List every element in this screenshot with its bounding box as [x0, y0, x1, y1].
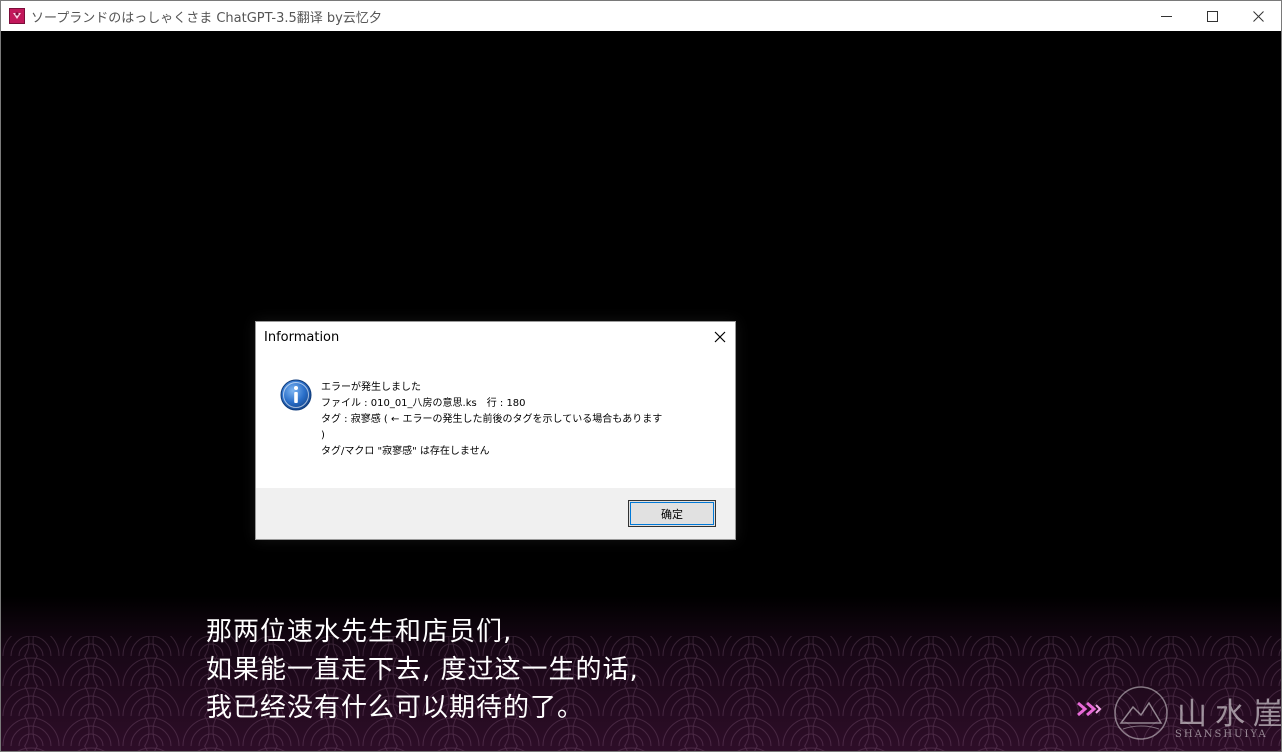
text-panel	[1, 596, 1281, 751]
dialogue-line: 我已经没有什么可以期待的了。	[206, 693, 585, 723]
title-bar[interactable]: ソープランドのはっしゃくさま ChatGPT-3.5翻译 by云忆夕	[1, 1, 1281, 31]
dialog-footer: 确定	[256, 488, 735, 539]
information-dialog: Information エラーが発生しました ファイル: 010_01_八房の…	[255, 321, 736, 540]
close-button[interactable]	[1235, 1, 1281, 31]
dialogue-line: 如果能一直走下去, 度过这一生的话,	[206, 655, 639, 685]
watermark-subtext: SHANSHUIYA	[1175, 729, 1268, 740]
window-controls	[1143, 1, 1281, 31]
message-line: エラーが発生しました	[321, 382, 421, 393]
game-screen[interactable]: 那两位速水先生和店员们, 如果能一直走下去, 度过这一生的话, 我已经没有什么可…	[1, 31, 1281, 751]
minimize-button[interactable]	[1143, 1, 1189, 31]
close-icon	[714, 331, 726, 343]
minimize-icon	[1160, 15, 1172, 17]
dialog-title: Information	[264, 330, 340, 345]
message-line: ファイル : 010_01_八房の意思.ks 行 : 180	[321, 398, 526, 409]
app-icon	[9, 8, 25, 24]
dialogue-line: 那两位速水先生和店员们,	[206, 617, 513, 647]
ok-button[interactable]: 确定	[628, 500, 716, 527]
info-icon	[280, 379, 312, 411]
dialog-close-button[interactable]	[711, 328, 729, 346]
dialog-message: エラーが発生しました ファイル : 010_01_八房の意思.ks 行 : 18…	[321, 380, 716, 460]
message-line: タグ/マクロ "寂寥感" は存在しません	[321, 446, 490, 457]
maximize-icon	[1206, 10, 1218, 22]
double-chevron-right-icon[interactable]	[1075, 699, 1103, 719]
maximize-button[interactable]	[1189, 1, 1235, 31]
watermark: 山水崖 SHANSHUIYA	[1113, 685, 1281, 749]
window-title: ソープランドのはっしゃくさま ChatGPT-3.5翻译 by云忆夕	[31, 10, 382, 26]
close-icon	[1252, 10, 1264, 22]
game-window: ソープランドのはっしゃくさま ChatGPT-3.5翻译 by云忆夕 那两位速水…	[0, 0, 1282, 752]
message-line: )	[321, 430, 325, 441]
watermark-text: 山水崖	[1177, 697, 1281, 732]
message-line: タグ : 寂寥感 ( ← エラーの発生した前後のタグを示している場合もあります	[321, 414, 663, 425]
wave-pattern	[1, 636, 1281, 751]
dialogue-text: 那两位速水先生和店员们, 如果能一直走下去, 度过这一生的话, 我已经没有什么可…	[206, 613, 639, 727]
mountain-logo-icon	[1114, 686, 1168, 740]
